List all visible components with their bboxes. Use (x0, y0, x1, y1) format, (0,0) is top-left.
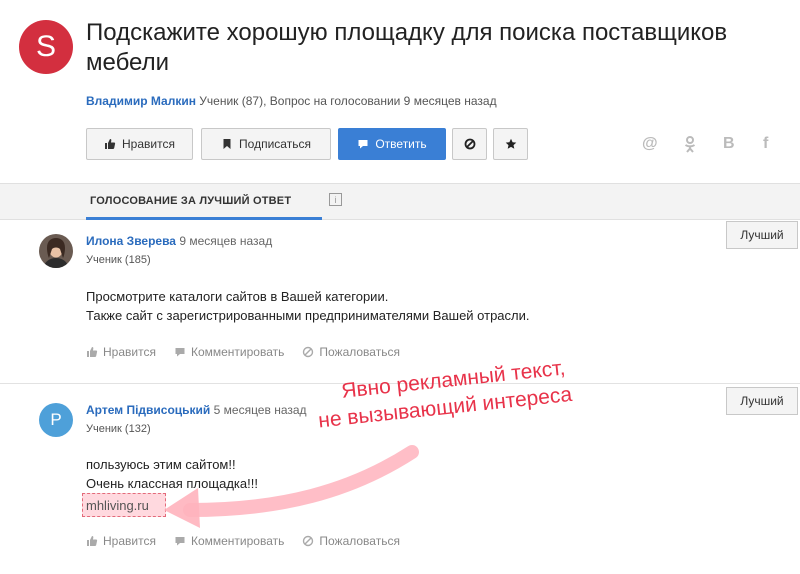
question-meta-text: Ученик (87), Вопрос на голосовании 9 мес… (199, 94, 497, 108)
star-icon (505, 138, 516, 149)
answer-author: Артем Підвисоцький 5 месяцев назад (86, 403, 307, 417)
answer-link[interactable]: mhliving.ru (86, 498, 149, 513)
share-mail-icon[interactable]: @ (642, 135, 658, 153)
info-icon[interactable]: i (329, 193, 342, 206)
answer-time: 5 месяцев назад (213, 403, 307, 417)
answer-like-button[interactable]: Нравится (86, 345, 156, 359)
thumbs-up-icon (87, 347, 98, 357)
answer-author: Илона Зверева 9 месяцев назад (86, 234, 272, 248)
answer-report-label: Пожаловаться (319, 345, 400, 359)
odnoklassniki-icon (684, 136, 696, 153)
user-photo (39, 234, 73, 268)
question-author-link[interactable]: Владимир Малкин (86, 94, 196, 108)
share-facebook-icon[interactable]: f (763, 135, 768, 153)
share-vk-icon[interactable]: В (723, 135, 735, 153)
comment-icon (175, 537, 185, 546)
best-answer-button[interactable]: Лучший (726, 221, 798, 249)
favorite-button[interactable] (493, 128, 528, 160)
best-answer-button[interactable]: Лучший (726, 387, 798, 415)
like-button-label: Нравится (122, 137, 175, 151)
thumbs-up-icon (87, 536, 98, 546)
subscribe-button-label: Подписаться (239, 137, 311, 151)
answer-comment-button[interactable]: Комментировать (174, 345, 284, 359)
answer-like-label: Нравится (103, 345, 156, 359)
like-button[interactable]: Нравится (86, 128, 193, 160)
answer-like-label: Нравится (103, 534, 156, 548)
answer-actions: Нравится Комментировать Пожаловаться (86, 534, 400, 548)
answer-comment-button[interactable]: Комментировать (174, 534, 284, 548)
block-button[interactable] (452, 128, 487, 160)
answer-text-line: Также сайт с зарегистрированными предпри… (86, 308, 530, 323)
answer-author-rank: Ученик (132) (86, 423, 151, 435)
answer-author-avatar[interactable]: P (39, 403, 73, 437)
share-ok-icon[interactable] (683, 135, 697, 158)
answer-report-button[interactable]: Пожаловаться (302, 345, 400, 359)
answer-report-label: Пожаловаться (319, 534, 400, 548)
answer-author-link[interactable]: Артем Підвисоцький (86, 403, 210, 417)
answer-time: 9 месяцев назад (179, 234, 273, 248)
subscribe-button[interactable]: Подписаться (201, 128, 331, 160)
answer-comment-label: Комментировать (190, 345, 285, 359)
answer-author-avatar[interactable] (39, 234, 73, 268)
voting-tab-bar: ГОЛОСОВАНИЕ ЗА ЛУЧШИЙ ОТВЕТ i (0, 183, 800, 220)
annotation-arrow (164, 445, 419, 528)
answer-button[interactable]: Ответить (338, 128, 446, 160)
question-title: Подскажите хорошую площадку для поиска п… (86, 19, 728, 76)
active-tab-indicator (86, 217, 322, 220)
answer-text: Просмотрите каталоги сайтов в Вашей кате… (86, 287, 530, 325)
thumbs-up-icon (105, 139, 116, 149)
answer-text-line: Просмотрите каталоги сайтов в Вашей кате… (86, 289, 389, 304)
answer-actions: Нравится Комментировать Пожаловаться (86, 345, 400, 359)
answer-comment-label: Комментировать (190, 534, 285, 548)
comment-icon (175, 348, 185, 357)
question-meta: Владимир Малкин Ученик (87), Вопрос на г… (86, 94, 497, 108)
block-icon (464, 138, 475, 150)
answer-author-rank: Ученик (185) (86, 254, 151, 266)
answer-author-link[interactable]: Илона Зверева (86, 234, 176, 248)
tab-best-answer-voting[interactable]: ГОЛОСОВАНИЕ ЗА ЛУЧШИЙ ОТВЕТ (90, 195, 291, 207)
annotation-text: Явно рекламный текст, не вызывающий инте… (317, 354, 573, 432)
bookmark-icon (223, 139, 231, 149)
answer-button-label: Ответить (375, 137, 427, 151)
answer-like-button[interactable]: Нравится (86, 534, 156, 548)
avatar-letter: P (50, 410, 62, 429)
comment-icon (358, 140, 368, 149)
question-author-avatar[interactable]: S (19, 20, 73, 74)
answer-report-button[interactable]: Пожаловаться (302, 534, 400, 548)
avatar-letter: S (35, 30, 56, 63)
report-icon (303, 346, 314, 358)
report-icon (303, 535, 314, 547)
